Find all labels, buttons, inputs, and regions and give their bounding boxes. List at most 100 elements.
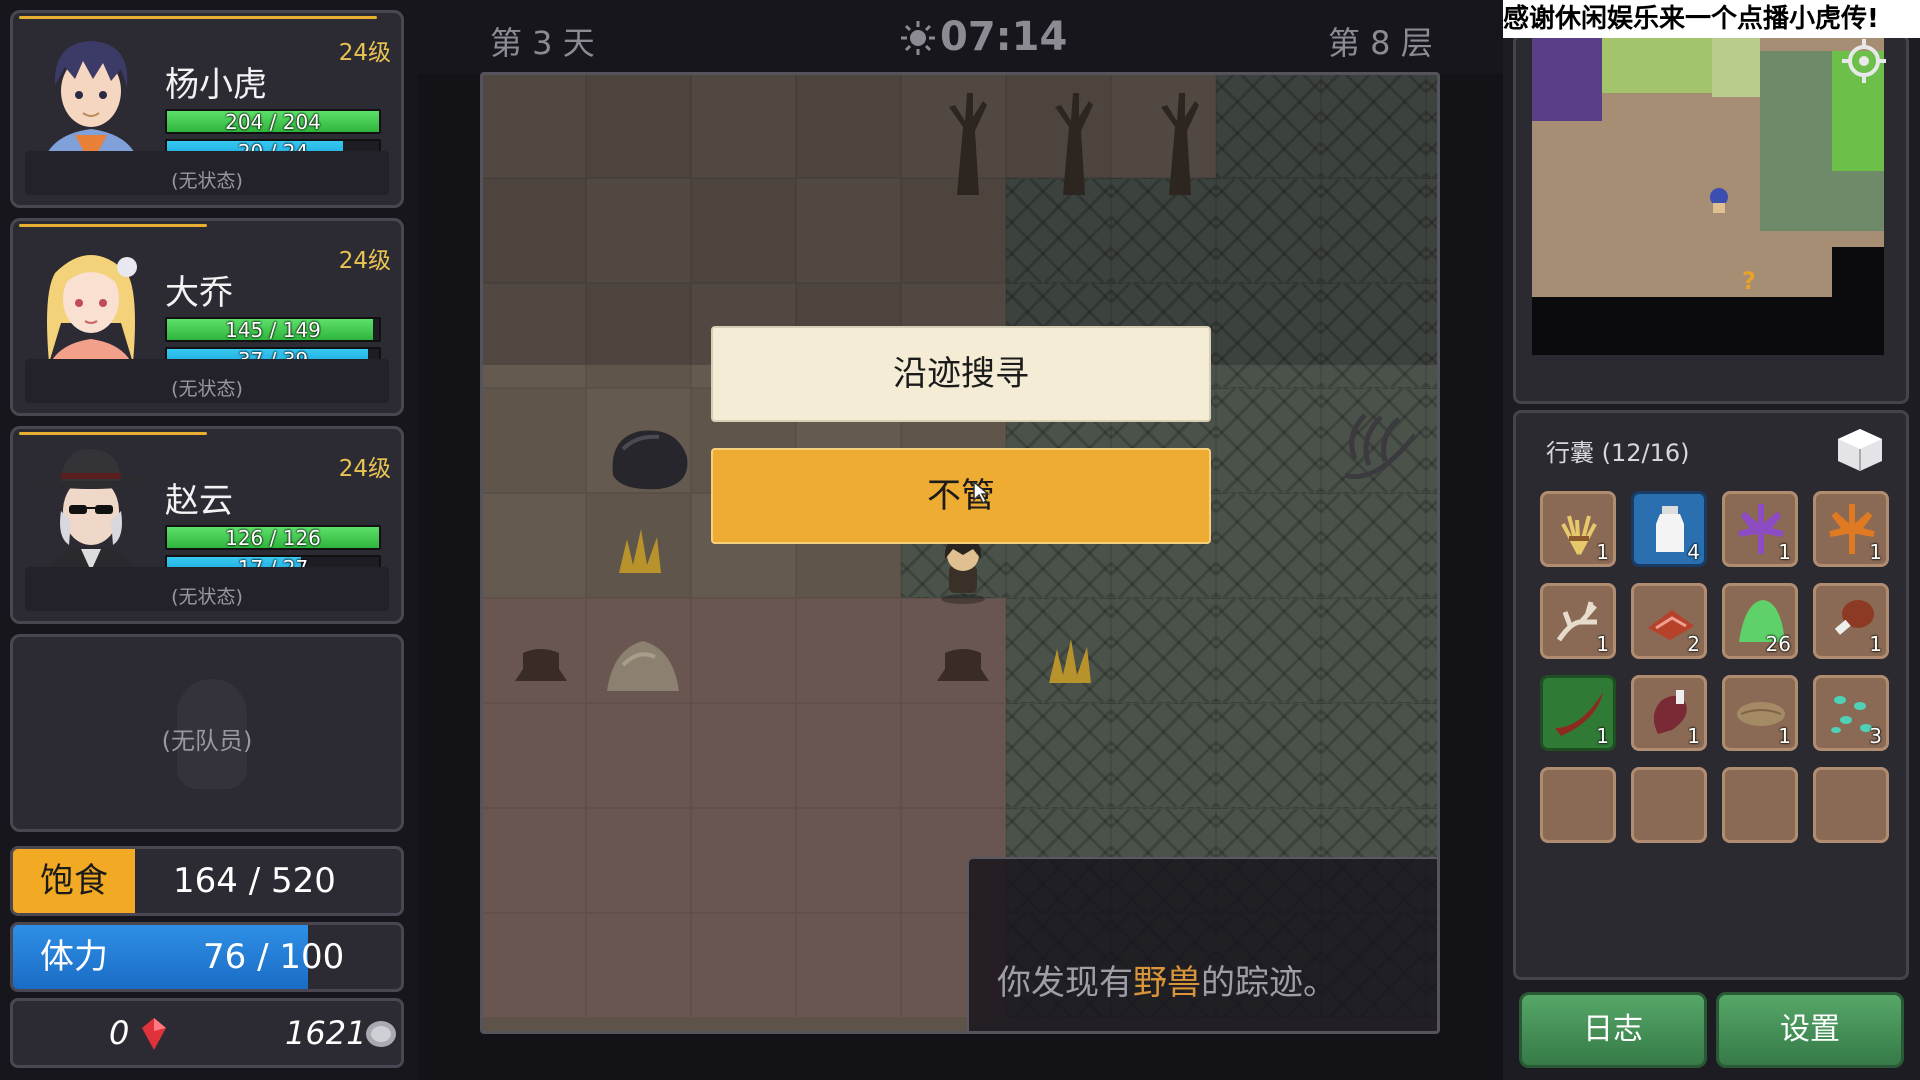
hp-text: 145 / 149 — [225, 318, 321, 342]
event-text-highlight: 野兽 — [1133, 963, 1201, 1003]
hp-bar: 126 / 126 — [165, 525, 381, 550]
map-tile[interactable] — [796, 808, 901, 913]
dead-trees-icon — [949, 93, 1199, 195]
player-character-icon — [941, 538, 985, 604]
level-label: 24级 — [338, 456, 391, 482]
inventory-slot[interactable]: 1 — [1813, 583, 1889, 659]
map-tile[interactable] — [1321, 703, 1426, 808]
item-quantity: 1 — [1687, 724, 1700, 748]
map-tile[interactable] — [483, 388, 586, 493]
status-text: (无状态) — [171, 170, 243, 192]
food-meter: 饱食 164 / 520 — [10, 846, 404, 916]
hp-text: 204 / 204 — [225, 110, 321, 134]
item-quantity: 4 — [1687, 540, 1700, 564]
settings-button[interactable]: 设置 — [1716, 992, 1904, 1068]
map-tile[interactable] — [1216, 493, 1321, 598]
map-tile[interactable] — [1216, 703, 1321, 808]
inventory-slot[interactable]: 3 — [1813, 675, 1889, 751]
empty-member-slot[interactable]: (无队员) — [10, 634, 404, 832]
xp-bar — [19, 224, 207, 227]
minimap: ? — [1532, 37, 1884, 355]
svg-text:?: ? — [1742, 267, 1756, 293]
item-quantity: 3 — [1869, 724, 1882, 748]
hp-bar: 145 / 149 — [165, 317, 381, 342]
inventory-slot[interactable]: 2 — [1631, 583, 1707, 659]
map-tile[interactable] — [1216, 598, 1321, 703]
empty-inventory-slot[interactable] — [1813, 767, 1889, 843]
log-button[interactable]: 日志 — [1519, 992, 1707, 1068]
map-tile[interactable] — [1426, 598, 1437, 703]
map-tile[interactable] — [1216, 388, 1321, 493]
map-tile[interactable] — [586, 913, 691, 1018]
xp-bar — [19, 432, 207, 435]
item-quantity: 1 — [1596, 540, 1609, 564]
map-tile[interactable] — [483, 493, 586, 598]
empty-inventory-slot[interactable] — [1722, 767, 1798, 843]
inventory-slot[interactable]: 26 — [1722, 583, 1798, 659]
empty-inventory-slot[interactable] — [1631, 767, 1707, 843]
map-tile[interactable] — [1111, 598, 1216, 703]
inventory-slot[interactable]: 1 — [1540, 675, 1616, 751]
map-tile[interactable] — [1321, 493, 1426, 598]
inventory-slot[interactable]: 1 — [1540, 491, 1616, 567]
food-value: 164 / 520 — [173, 861, 336, 901]
player-marker-icon — [1710, 188, 1728, 213]
inventory-slot[interactable]: 1 — [1631, 675, 1707, 751]
map-tile[interactable] — [1426, 703, 1437, 808]
currency-panel: 0 1621 — [10, 998, 404, 1068]
ribcage-bones-icon — [1344, 413, 1417, 480]
status-text: (无状态) — [171, 378, 243, 400]
map-tile[interactable] — [796, 598, 901, 703]
game-map[interactable]: 你发现有野兽的踪迹。 — [480, 72, 1440, 1034]
tree-stump-icon — [937, 649, 989, 681]
item-quantity: 1 — [1778, 540, 1791, 564]
minimap-panel[interactable]: ? — [1513, 34, 1909, 404]
map-tile[interactable] — [483, 808, 586, 913]
party-member-card[interactable]: 24级 赵云 126 / 126 17 / 27 (无状态) — [10, 426, 404, 624]
member-name: 杨小虎 — [165, 65, 267, 105]
red-gem-icon — [142, 1018, 166, 1050]
hp-text: 126 / 126 — [225, 526, 321, 550]
map-tile[interactable] — [483, 703, 586, 808]
map-tile[interactable] — [796, 703, 901, 808]
ignore-button[interactable]: 不管 — [711, 448, 1211, 544]
map-tile[interactable] — [586, 703, 691, 808]
map-tile[interactable] — [796, 913, 901, 1018]
mouse-cursor-icon — [973, 480, 990, 504]
map-tile[interactable] — [1006, 703, 1111, 808]
map-tile[interactable] — [1426, 388, 1437, 493]
track-search-button[interactable]: 沿迹搜寻 — [711, 326, 1211, 422]
party-member-card[interactable]: 24级 大乔 145 / 149 37 / 39 (无状态) — [10, 218, 404, 416]
empty-member-label: (无队员) — [161, 727, 253, 755]
xp-bar — [19, 16, 377, 19]
inventory-slot[interactable]: 1 — [1722, 675, 1798, 751]
map-tile[interactable] — [586, 808, 691, 913]
grass-tuft-icon — [619, 529, 661, 573]
dark-boulder-icon — [612, 430, 688, 490]
item-quantity: 1 — [1596, 632, 1609, 656]
map-tile[interactable] — [1426, 493, 1437, 598]
map-tile[interactable] — [691, 808, 796, 913]
storage-box-icon[interactable] — [1836, 427, 1884, 473]
location-pin-icon[interactable] — [1842, 39, 1886, 83]
inventory-slot[interactable]: 1 — [1540, 583, 1616, 659]
inventory-slot[interactable]: 1 — [1722, 491, 1798, 567]
inventory-slot[interactable]: 4 — [1631, 491, 1707, 567]
map-tile[interactable] — [1111, 703, 1216, 808]
gem-count: 0 — [109, 1014, 130, 1052]
map-tile[interactable] — [483, 913, 586, 1018]
party-member-card[interactable]: 24级 杨小虎 204 / 204 20 / 24 (无状态) — [10, 10, 404, 208]
map-tile[interactable] — [691, 598, 796, 703]
item-quantity: 2 — [1687, 632, 1700, 656]
member-name: 赵云 — [165, 481, 233, 521]
empty-inventory-slot[interactable] — [1540, 767, 1616, 843]
map-tile[interactable] — [901, 703, 1006, 808]
map-tile[interactable] — [691, 913, 796, 1018]
item-quantity: 1 — [1778, 724, 1791, 748]
member-name: 大乔 — [165, 273, 233, 313]
inventory-slot[interactable]: 1 — [1813, 491, 1889, 567]
map-tile[interactable] — [691, 703, 796, 808]
map-tile[interactable] — [1321, 598, 1426, 703]
day-counter: 第 3 天 — [490, 24, 595, 62]
event-text-before: 你发现有 — [997, 963, 1133, 1003]
